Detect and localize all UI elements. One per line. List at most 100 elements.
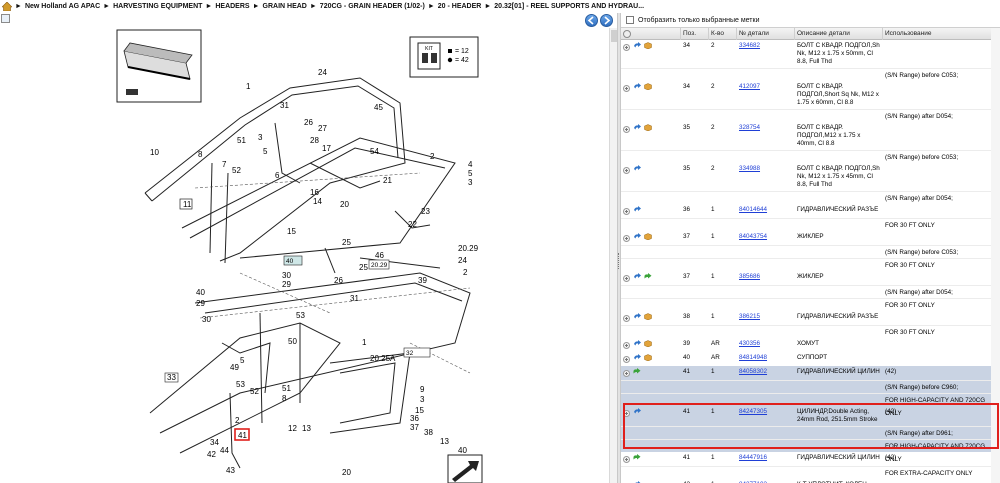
callout[interactable]: 25 [359,263,368,272]
callout-boxed[interactable]: 40 [286,258,294,265]
callout[interactable]: 5 [240,356,245,365]
part-number-link[interactable]: 430356 [739,340,760,347]
replace-arrow-icon[interactable] [633,340,641,350]
column-part-number[interactable]: № детали [737,27,795,40]
callout[interactable]: 28 [310,136,319,145]
breadcrumb-item-current[interactable]: 20.32[01] - REEL SUPPORTS AND HYDRAU... [494,3,644,10]
callout-boxed[interactable]: 20.29 [371,262,388,269]
parts-scrollbar[interactable] [991,28,1000,483]
callout[interactable]: 53 [236,380,245,389]
callout[interactable]: 10 [150,148,159,157]
part-number-link[interactable]: 84247305 [739,408,767,415]
replace-arrow-icon[interactable] [633,273,641,283]
callout[interactable]: 1 [246,82,251,91]
table-row[interactable]: 34 2 412097 БОЛТ С КВАДР. ПОДГОЛ,Short Sq N… [621,81,1000,109]
callout-selected[interactable]: 41 [238,431,247,440]
replace-arrow-icon[interactable] [633,233,641,243]
part-number-link[interactable]: 84058302 [739,368,767,375]
callout[interactable]: 20.29 [458,244,479,253]
callout[interactable]: 38 [424,428,433,437]
callout[interactable]: 16 [310,188,319,197]
callout[interactable]: 8 [282,394,287,403]
part-number-link[interactable]: 84814948 [739,354,767,361]
callout[interactable]: 42 [207,450,216,459]
add-to-cart-icon[interactable] [623,369,630,377]
callout[interactable]: 27 [318,124,327,133]
callout[interactable]: 30 [202,315,211,324]
table-row[interactable]: 36 1 84014644 ГИДРАВЛИЧЕСКИЙ РАЗЪЕ [621,204,1000,218]
callout[interactable]: 52 [232,166,241,175]
callout[interactable]: 34 [210,438,219,447]
callout[interactable]: 20 [340,200,349,209]
add-to-cart-icon[interactable] [623,314,630,322]
replace-arrow-icon[interactable] [633,165,641,175]
callout[interactable]: 13 [440,437,449,446]
part-number-link[interactable]: 412097 [739,83,760,90]
callout[interactable]: 20 [342,468,351,477]
breadcrumb-item[interactable]: 720CG - GRAIN HEADER (1/02-) [320,3,425,10]
show-selected-only-checkbox[interactable] [626,16,634,24]
table-row[interactable]: 34 2 334682 БОЛТ С КВАДР. ПОДГОЛ,Sh Nk, M12… [621,40,1000,68]
table-row[interactable]: 42184277103К-Т УПЛОТНИТ. КОЛЕЦ [621,479,1000,483]
callout-boxed[interactable]: 11 [183,200,192,209]
diagram-scrollbar[interactable] [609,28,617,483]
callout[interactable]: 54 [370,147,379,156]
add-to-cart-icon[interactable] [623,409,630,417]
forward-arrow-icon[interactable] [644,273,652,283]
callout[interactable]: 40 [458,446,467,455]
breadcrumb-item[interactable]: GRAIN HEAD [263,3,307,10]
callout[interactable]: 20.25A [370,354,396,363]
breadcrumb-item[interactable]: 20 - HEADER [438,3,482,10]
part-number-link[interactable]: 84447916 [739,454,767,461]
package-icon[interactable] [644,233,652,243]
settings-icon[interactable] [623,29,631,38]
replace-arrow-icon[interactable] [633,313,641,323]
package-icon[interactable] [644,354,652,364]
callout[interactable]: 36 [410,414,419,423]
table-row[interactable]: 41 1 84058302 ГИДРАВЛИЧЕСКИЙ ЦИЛИН (42) [621,366,1000,380]
part-number-link[interactable]: 334682 [739,42,760,49]
table-row[interactable]: 35 2 334988 БОЛТ С КВАДР. ПОДГОЛ,Sh Nk, M12… [621,163,1000,191]
callout[interactable]: 2 [430,152,435,161]
add-to-cart-icon[interactable] [623,455,630,463]
callout[interactable]: 2 [463,268,468,277]
callout[interactable]: 13 [302,424,311,433]
add-to-cart-icon[interactable] [623,125,630,133]
package-icon[interactable] [644,124,652,134]
callout[interactable]: 26 [334,276,343,285]
add-to-cart-icon[interactable] [623,341,630,349]
callout[interactable]: 12 [288,424,297,433]
callout[interactable]: 46 [375,251,384,260]
add-to-cart-icon[interactable] [623,84,630,92]
callout[interactable]: 3 [420,395,425,404]
callout[interactable]: 17 [322,144,331,153]
callout[interactable]: 52 [250,387,259,396]
add-to-cart-icon[interactable] [623,355,630,363]
part-number-link[interactable]: 386215 [739,313,760,320]
callout[interactable]: 24 [458,256,467,265]
callout[interactable]: 4 [468,160,473,169]
add-to-cart-icon[interactable] [623,274,630,282]
callout[interactable]: 1 [362,338,367,347]
column-pos[interactable]: Поз. [681,27,709,40]
callout[interactable]: 29 [196,299,205,308]
callout[interactable]: 8 [198,150,203,159]
splitter-grip[interactable] [618,253,620,269]
replace-arrow-icon[interactable] [633,354,641,364]
table-row[interactable]: 39 AR 430356 ХОМУТ [621,338,1000,352]
part-number-link[interactable]: 334988 [739,165,760,172]
table-row[interactable]: 41 1 84447916 ГИДРАВЛИЧЕСКИЙ ЦИЛИН (42) [621,452,1000,466]
callout[interactable]: 2 [235,416,240,425]
callout[interactable]: 7 [222,160,227,169]
replace-arrow-icon[interactable] [633,42,641,52]
forward-arrow-icon[interactable] [633,368,641,378]
callout[interactable]: 14 [313,197,322,206]
callout-boxed[interactable]: 33 [167,373,176,382]
callout[interactable]: 43 [226,466,235,475]
callout[interactable]: 22 [408,220,417,229]
callout[interactable]: 37 [410,423,419,432]
callout[interactable]: 3 [468,178,473,187]
package-icon[interactable] [644,42,652,52]
callout[interactable]: 23 [421,207,430,216]
column-qty[interactable]: К-во [709,27,737,40]
